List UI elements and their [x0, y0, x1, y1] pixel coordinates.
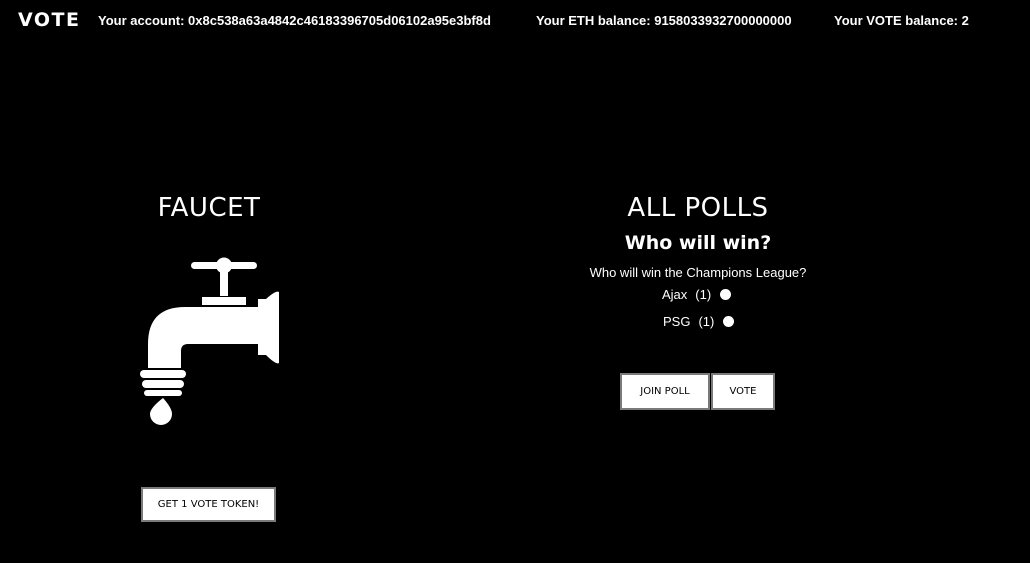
option-radio-ajax[interactable]: [720, 288, 732, 300]
faucet-title: FAUCET: [157, 193, 261, 223]
app-logo: VOTE: [18, 9, 81, 31]
faucet-icon: [140, 257, 279, 425]
option-radio-psg[interactable]: [723, 315, 735, 327]
vote-balance: Your VOTE balance: 2: [834, 13, 969, 28]
join-poll-button[interactable]: JOIN POLL: [620, 373, 710, 410]
eth-balance: Your ETH balance: 9158033932700000000: [536, 13, 792, 28]
option-label: Ajax: [662, 286, 688, 302]
top-bar: VOTE Your account: 0x8c538a63a4842c46183…: [0, 0, 1030, 40]
get-vote-token-button[interactable]: GET 1 VOTE TOKEN!: [141, 487, 276, 522]
option-vote-count: (1): [698, 313, 715, 329]
poll-name: Who will win?: [624, 232, 772, 254]
poll-question: Who will win the Champions League?: [589, 265, 807, 280]
option-vote-count: (1): [695, 286, 712, 302]
poll-option-psg: PSG (1): [663, 312, 735, 330]
poll-option-ajax: Ajax (1): [662, 285, 732, 303]
option-label: PSG: [663, 313, 691, 329]
account-address: Your account: 0x8c538a63a4842c4618339670…: [98, 13, 491, 28]
polls-title: ALL POLLS: [627, 193, 769, 223]
vote-button[interactable]: VOTE: [711, 373, 775, 410]
